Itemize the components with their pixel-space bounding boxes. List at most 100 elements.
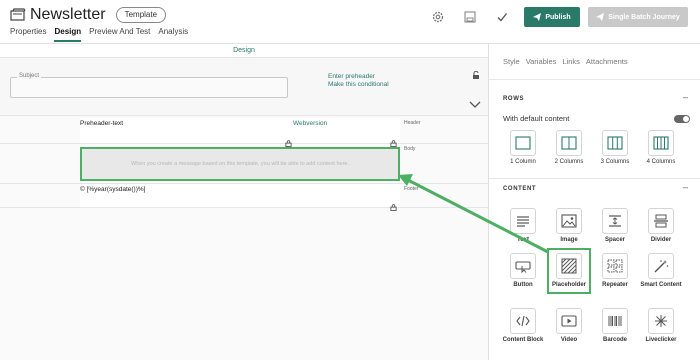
page-title: Newsletter [30, 6, 106, 23]
one-column-icon [510, 130, 536, 156]
section-divider [489, 178, 700, 179]
tile-label: Video [560, 337, 578, 343]
main-tabs: Properties Design Preview And Test Analy… [10, 27, 196, 42]
validate-button[interactable] [492, 7, 512, 27]
video-icon [556, 308, 582, 334]
placeholder-icon [556, 253, 582, 279]
subject-label: Subject [17, 73, 42, 79]
chevron-down-icon[interactable] [469, 96, 481, 114]
content-section-title: CONTENT [503, 186, 537, 192]
content-collapse-button[interactable]: – [683, 182, 688, 192]
tile-label: Content Block [502, 337, 544, 343]
header-row-content: Preheader-text Webversion [80, 118, 400, 147]
single-batch-journey-label: Single Batch Journey [608, 13, 680, 21]
tile-label: 4 Columns [646, 159, 676, 165]
footer-copyright-text: © [%year(sysdate())%] [80, 186, 146, 193]
footer-row-content: © [%year(sysdate())%] [80, 184, 400, 211]
tab-attachments[interactable]: Attachments [586, 57, 628, 66]
tab-analysis[interactable]: Analysis [158, 27, 188, 42]
tab-links[interactable]: Links [562, 57, 580, 66]
row-tile-2-columns[interactable]: 2 Columns [547, 130, 591, 166]
content-tile-liveclicker[interactable]: Liveclicker [639, 308, 683, 344]
design-section-label: Design [0, 44, 488, 58]
tile-label: 1 Column [510, 159, 536, 165]
content-tile-content-block[interactable]: Content Block [501, 308, 545, 344]
liveclicker-icon [648, 308, 674, 334]
row-tile-4-columns[interactable]: 4 Columns [639, 130, 683, 166]
webversion-link[interactable]: Webversion [293, 120, 327, 127]
content-tile-placeholder[interactable]: Placeholder [547, 248, 591, 294]
tab-style[interactable]: Style [503, 57, 520, 66]
content-tile-text[interactable]: Text [501, 208, 545, 244]
template-badge: Template [115, 7, 167, 23]
newsletter-icon [10, 8, 26, 22]
body-placeholder-drop-zone[interactable]: When you create a message based on this … [80, 147, 400, 181]
rows-collapse-button[interactable]: – [683, 92, 688, 102]
tile-label: 3 Columns [600, 159, 630, 165]
content-tile-spacer[interactable]: Spacer [593, 208, 637, 244]
rows-section-title: ROWS [503, 96, 525, 102]
tile-label: Button [513, 282, 533, 288]
image-icon [556, 208, 582, 234]
make-conditional-link[interactable]: Make this conditional [328, 81, 389, 89]
body-row[interactable]: When you create a message based on this … [0, 144, 488, 184]
tab-variables[interactable]: Variables [526, 57, 557, 66]
tile-label: Divider [650, 237, 672, 243]
save-button[interactable] [460, 7, 480, 27]
header-row-label: Header [404, 120, 421, 126]
publish-label: Publish [545, 13, 571, 21]
content-tile-button[interactable]: Button [501, 253, 545, 289]
subject-area: Subject Enter preheader Make this condit… [0, 58, 488, 116]
tile-label: Repeater [602, 282, 628, 288]
barcode-icon [602, 308, 628, 334]
unlock-icon[interactable] [472, 66, 480, 84]
text-icon [510, 208, 536, 234]
row-tile-1-column[interactable]: 1 Column [501, 130, 545, 166]
title-row: Newsletter Template [10, 6, 167, 24]
tab-design[interactable]: Design [54, 27, 82, 42]
top-actions: Publish Single Batch Journey [428, 7, 688, 27]
smart-content-icon [648, 253, 674, 279]
enter-preheader-link[interactable]: Enter preheader [328, 73, 389, 81]
spacer-icon [602, 208, 628, 234]
three-columns-icon [602, 130, 628, 156]
panel-tabs: Style Variables Links Attachments [489, 44, 700, 80]
content-tile-video[interactable]: Video [547, 308, 591, 344]
content-tile-repeater[interactable]: Repeater [593, 253, 637, 289]
content-tile-divider[interactable]: Divider [639, 208, 683, 244]
tile-label: Barcode [602, 337, 627, 343]
button-icon [510, 253, 536, 279]
design-canvas: Design Subject Enter preheader Make this… [0, 44, 488, 360]
subject-input[interactable]: Subject [10, 73, 288, 98]
tile-label: Smart Content [640, 282, 682, 288]
top-bar: Newsletter Template Properties Design Pr… [0, 0, 700, 44]
single-batch-journey-button[interactable]: Single Batch Journey [588, 7, 688, 27]
tab-properties[interactable]: Properties [10, 27, 46, 42]
content-tile-image[interactable]: Image [547, 208, 591, 244]
two-columns-icon [556, 130, 582, 156]
publish-button[interactable]: Publish [524, 7, 580, 27]
tile-label: Text [517, 237, 529, 243]
footer-row[interactable]: © [%year(sysdate())%] Footer [0, 184, 488, 211]
content-tile-smart-content[interactable]: Smart Content [639, 253, 683, 289]
content-tile-barcode[interactable]: Barcode [593, 308, 637, 344]
check-icon [497, 13, 508, 22]
default-content-toggle[interactable] [674, 115, 690, 123]
preheader-text: Preheader-text [80, 120, 123, 127]
tile-label: 2 Columns [554, 159, 584, 165]
content-block-icon [510, 308, 536, 334]
send-icon [596, 13, 605, 21]
settings-button[interactable] [428, 7, 448, 27]
gear-icon [432, 11, 444, 23]
save-icon [464, 11, 476, 23]
content-panel: Style Variables Links Attachments ROWS –… [488, 44, 700, 360]
tab-preview-and-test[interactable]: Preview And Test [89, 27, 150, 42]
send-icon [533, 13, 542, 21]
header-row[interactable]: Preheader-text Webversion Header [0, 118, 488, 147]
four-columns-icon [648, 130, 674, 156]
repeater-icon [602, 253, 628, 279]
footer-row-label: Footer [404, 186, 419, 192]
body-row-content: When you create a message based on this … [80, 144, 400, 183]
tile-label: Liveclicker [645, 337, 677, 343]
row-tile-3-columns[interactable]: 3 Columns [593, 130, 637, 166]
